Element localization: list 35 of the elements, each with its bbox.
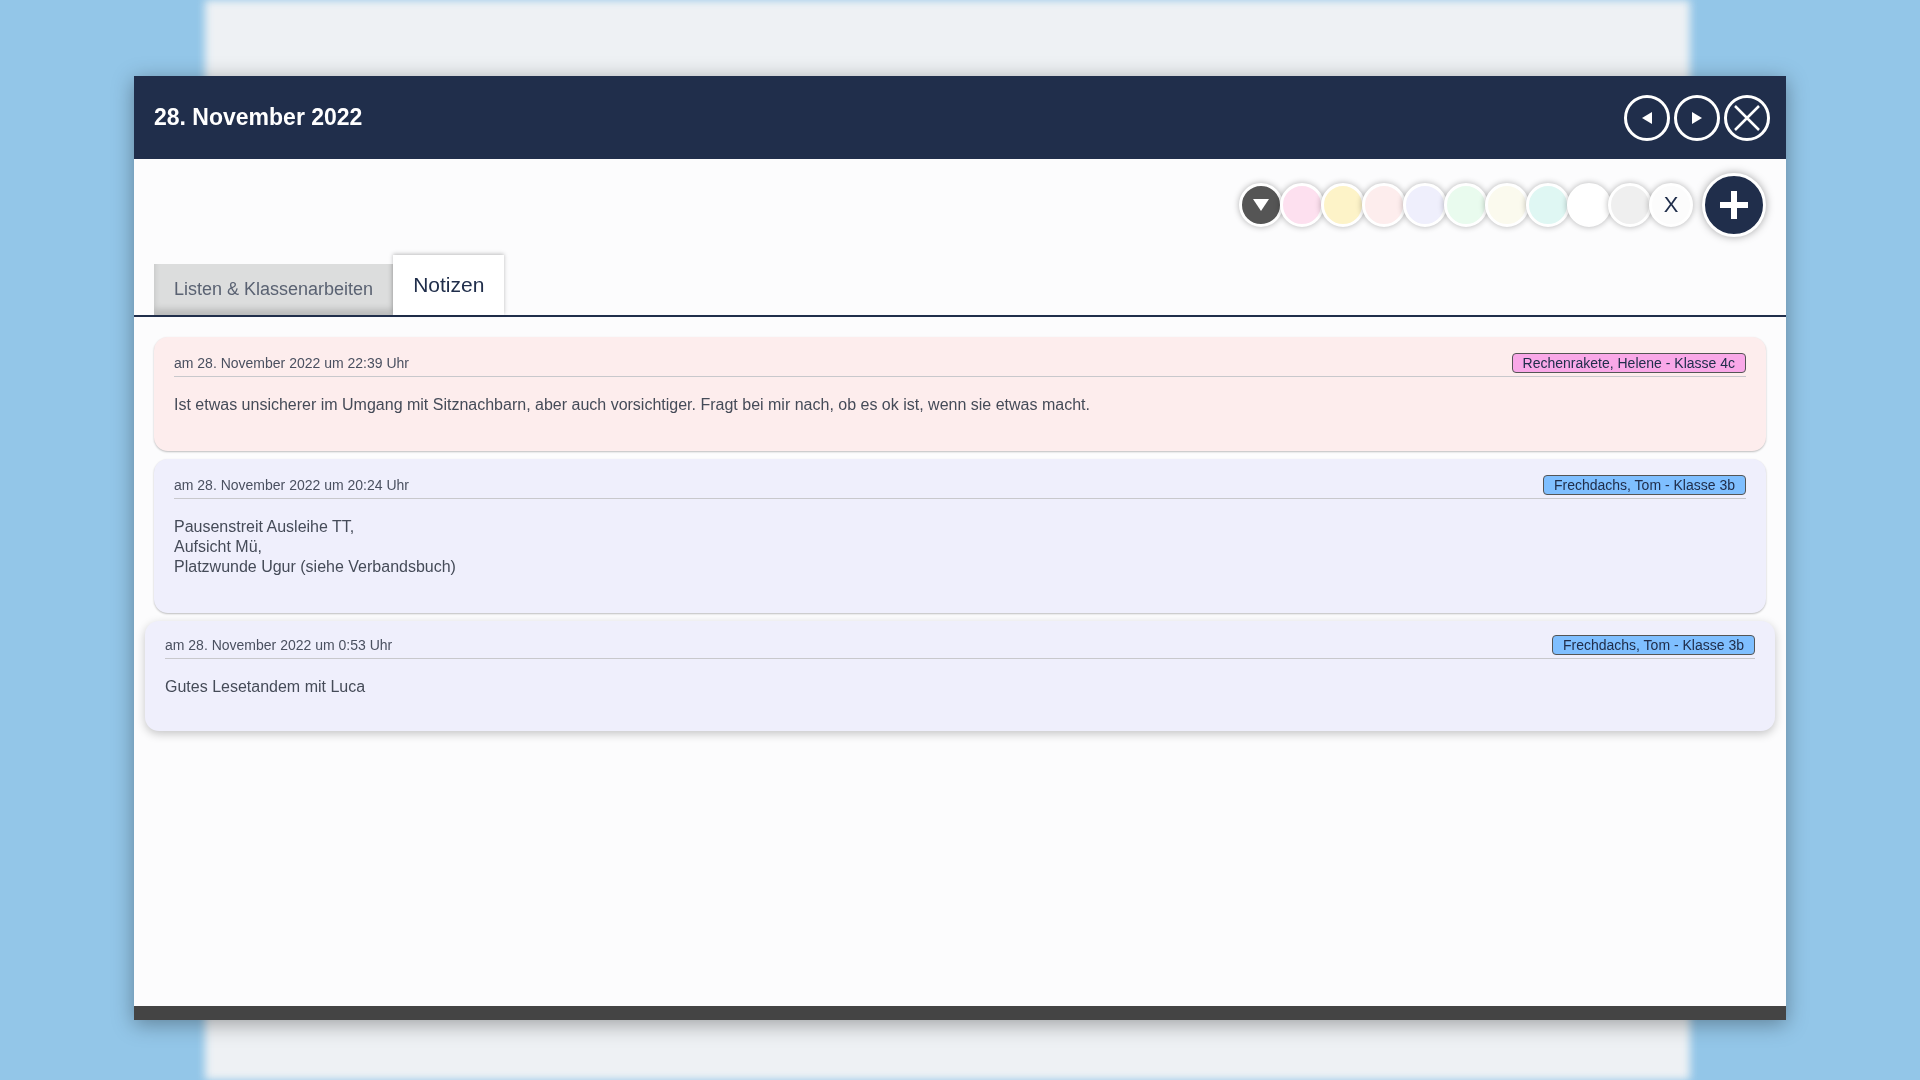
clear-color-button[interactable]: X: [1649, 183, 1693, 227]
color-swatch[interactable]: [1567, 183, 1611, 227]
note-date: am 28. November 2022 um 22:39 Uhr: [174, 355, 409, 371]
plus-icon: [1718, 189, 1750, 221]
color-swatch[interactable]: [1280, 183, 1324, 227]
color-swatch[interactable]: [1362, 183, 1406, 227]
student-tag: Frechdachs, Tom - Klasse 3b: [1551, 635, 1755, 655]
down-triangle-icon: [1252, 198, 1270, 212]
color-swatch[interactable]: [1403, 183, 1447, 227]
note-date: am 28. November 2022 um 20:24 Uhr: [174, 477, 409, 493]
close-button[interactable]: [1724, 94, 1770, 141]
filter-dropdown-button[interactable]: [1239, 183, 1283, 227]
dialog-title: 28. November 2022: [154, 104, 363, 131]
student-tag: Rechenrakete, Helene - Klasse 4c: [1511, 353, 1746, 373]
note-text: Gutes Lesetandem mit Luca: [165, 677, 367, 697]
color-swatch[interactable]: [1321, 183, 1365, 227]
color-swatch[interactable]: [1608, 183, 1652, 227]
close-icon: [1734, 104, 1760, 131]
note-text: Ist etwas unsicherer im Umgang mit Sitznachbarn, aber auch vorsichtiger. Fragt bei mir nach, ob es ok ist, wenn sie etwas macht.: [174, 395, 1091, 415]
color-swatch[interactable]: [1526, 183, 1570, 227]
note-date: am 28. November 2022 um 0:53 Uhr: [165, 637, 393, 653]
note-text: Pausenstreit Ausleihe TT, Aufsicht Mü, Platzwunde Ugur (siehe Verbandsbuch): [174, 517, 457, 577]
right-triangle-icon: [1691, 110, 1703, 125]
left-triangle-icon: [1641, 110, 1653, 125]
color-swatch[interactable]: [1485, 183, 1529, 227]
color-swatch[interactable]: [1444, 183, 1488, 227]
note-card[interactable]: am 28. November 2022 um 0:53 Uhr Frechdachs, Tom - Klasse 3b Gutes Lesetandem mit Luca: [145, 621, 1775, 731]
next-button[interactable]: [1674, 94, 1720, 141]
note-card[interactable]: am 28. November 2022 um 20:24 Uhr Frechdachs, Tom - Klasse 3b Pausenstreit Ausleihe TT, Aufsicht Mü, Platzwunde Ugur (siehe Verbandsbuch): [154, 459, 1766, 613]
student-tag: Frechdachs, Tom - Klasse 3b: [1542, 475, 1746, 495]
add-button[interactable]: [1702, 173, 1766, 237]
tab[interactable]: Listen & Klassenarbeiten: [154, 264, 394, 315]
note-card[interactable]: am 28. November 2022 um 22:39 Uhr Rechenrakete, Helene - Klasse 4c Ist etwas unsicherer im Umgang mit Sitznachbarn, aber auch vorsichtiger. Fragt bei mir nach, ob es ok ist, wenn sie etwas macht.: [154, 337, 1766, 451]
tab[interactable]: Notizen: [393, 255, 505, 315]
previous-button[interactable]: [1624, 94, 1670, 141]
